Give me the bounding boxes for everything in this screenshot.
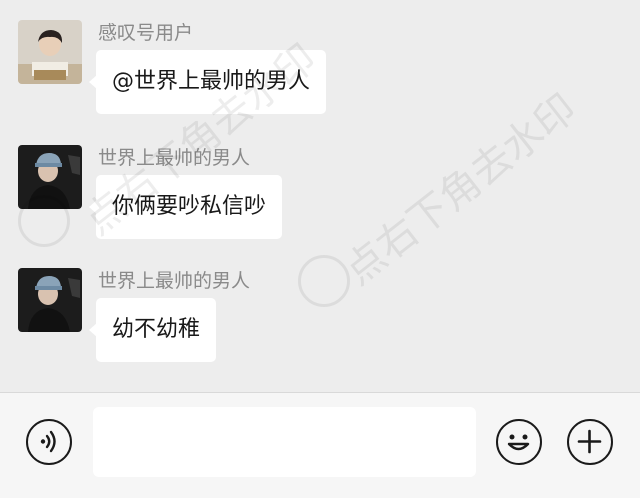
- avatar[interactable]: [18, 145, 82, 209]
- input-bar: [0, 392, 640, 498]
- watermark-text: 点右下角去水印: [336, 85, 586, 295]
- plus-icon: [577, 429, 602, 454]
- plus-button[interactable]: [567, 419, 613, 465]
- emoji-button[interactable]: [496, 419, 542, 465]
- message-bubble[interactable]: 幼不幼稚: [88, 298, 217, 362]
- sender-name: 感叹号用户: [98, 22, 194, 44]
- message-bubble[interactable]: 你俩要吵私信吵: [88, 175, 283, 239]
- message-bubble[interactable]: @世界上最帅的男人: [88, 50, 327, 114]
- message-input[interactable]: [93, 407, 476, 477]
- avatar[interactable]: [18, 268, 82, 332]
- voice-button[interactable]: [26, 419, 72, 465]
- sender-name: 世界上最帅的男人: [98, 270, 251, 292]
- emoji-icon: [507, 434, 530, 451]
- chat-area[interactable]: 感叹号用户 @世界上最帅的男人 世界上最帅的男人 你俩要吵私信吵 世界上最帅的男…: [0, 0, 640, 392]
- voice-icon: [40, 430, 56, 453]
- watermark-logo: [298, 255, 350, 307]
- avatar[interactable]: [18, 20, 82, 84]
- sender-name: 世界上最帅的男人: [98, 147, 251, 169]
